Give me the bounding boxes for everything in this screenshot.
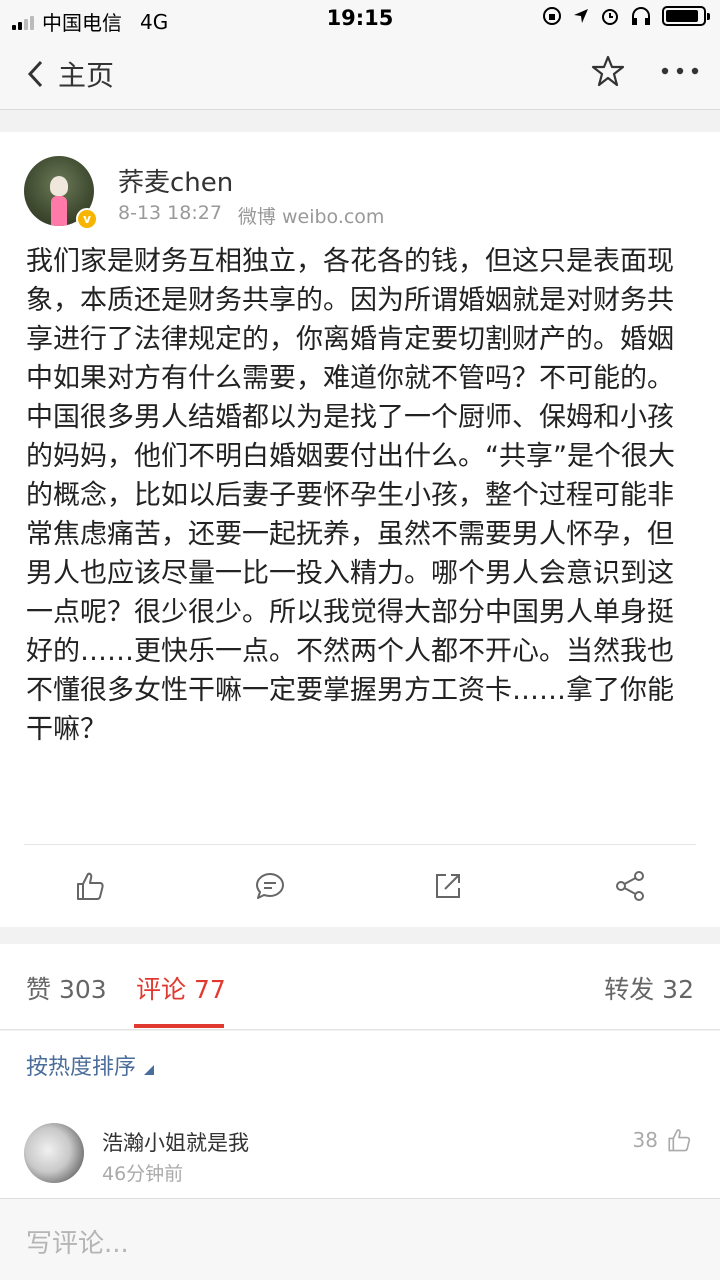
interaction-tabs: 赞 303 评论 77 转发 32 [0, 944, 720, 1030]
battery-icon [662, 6, 710, 26]
tab-reposts[interactable]: 转发 32 [604, 970, 694, 1006]
tab-comments[interactable]: 评论 77 [136, 970, 226, 1006]
verified-badge: v [76, 208, 98, 230]
comment-time: 46分钟前 [102, 1163, 184, 1185]
nav-bar: 主页 [0, 38, 720, 110]
sort-caret-icon [144, 1065, 155, 1075]
commenter-avatar[interactable] [24, 1123, 84, 1183]
comment-button[interactable] [250, 866, 290, 906]
like-button[interactable] [70, 866, 110, 906]
author-avatar[interactable]: v [24, 156, 98, 230]
share-icon [616, 871, 644, 901]
post-card: v 荞麦chen 8-13 18:27 微博 weibo.com 我们家是财务互… [0, 132, 720, 927]
divider [24, 844, 696, 845]
comment-like-button[interactable]: 38 [633, 1127, 692, 1153]
back-icon [27, 60, 43, 88]
compose-placeholder[interactable]: 写评论... [26, 1223, 129, 1260]
status-bar: 中国电信 4G 19:15 [0, 0, 720, 38]
comment-compose-bar[interactable]: 写评论... [0, 1198, 720, 1280]
more-icon[interactable] [660, 66, 700, 76]
sort-bar: 按热度排序 [0, 1031, 720, 1101]
author-name[interactable]: 荞麦chen [118, 162, 233, 199]
star-icon[interactable] [590, 54, 626, 88]
back-label: 主页 [58, 59, 115, 92]
comment-icon [256, 873, 284, 899]
forward-button[interactable] [428, 866, 468, 906]
post-source: 微博 weibo.com [237, 206, 385, 228]
headphones-icon [632, 7, 650, 25]
forward-icon [436, 874, 460, 898]
sort-button[interactable]: 按热度排序 [26, 1049, 155, 1081]
tab-likes[interactable]: 赞 303 [26, 970, 107, 1006]
post-date: 8-13 18:27 [118, 202, 222, 224]
sort-label: 按热度排序 [26, 1055, 137, 1080]
like-icon [77, 872, 104, 900]
post-content: 我们家是财务互相独立，各花各的钱，但这只是表面现象，本质还是财务共享的。因为所谓… [26, 246, 675, 745]
alarm-icon [602, 9, 618, 25]
back-button[interactable]: 主页 [26, 56, 136, 92]
post-actions [0, 856, 720, 914]
location-icon [574, 9, 588, 23]
comment-item: 浩瀚小姐就是我 46分钟前 38 [0, 1101, 720, 1201]
active-tab-indicator [134, 1024, 224, 1028]
share-button[interactable] [610, 866, 650, 906]
lock-rotation-icon [543, 7, 561, 25]
commenter-name[interactable]: 浩瀚小姐就是我 [102, 1127, 249, 1157]
comment-like-icon [668, 1129, 691, 1152]
comment-like-count: 38 [632, 1128, 658, 1152]
